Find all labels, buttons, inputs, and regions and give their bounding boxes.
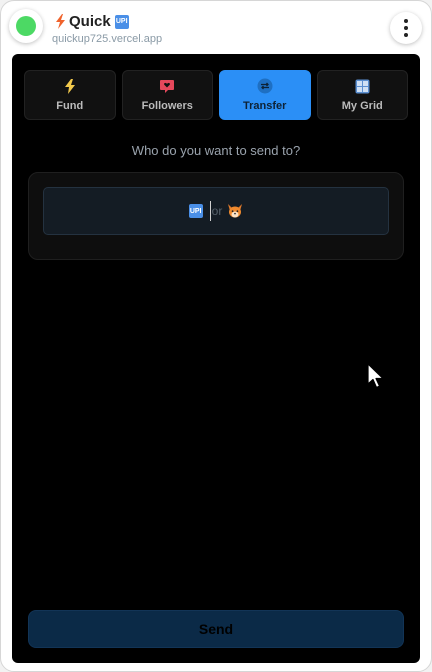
recipient-input[interactable]: UPI or: [43, 187, 389, 235]
tab-label: Followers: [141, 100, 193, 112]
more-menu-button[interactable]: [390, 12, 422, 44]
app-title: Quick: [69, 13, 111, 30]
tab-label: Transfer: [243, 100, 287, 112]
app-url: quickup725.vercel.app: [52, 33, 163, 45]
menu-dot-icon: [404, 26, 408, 30]
upi-icon: UPI: [188, 204, 203, 218]
lightning-icon: [62, 78, 78, 94]
recipient-prompt: Who do you want to send to?: [131, 143, 301, 158]
tab-label: My Grid: [341, 100, 383, 112]
menu-dot-icon: [404, 33, 408, 37]
or-separator: or: [211, 204, 223, 218]
tab-label: Fund: [56, 100, 84, 112]
tab-bar: Fund Followers Transfer My Grid: [24, 70, 408, 120]
tab-transfer[interactable]: Transfer: [219, 70, 311, 120]
tab-my-grid[interactable]: My Grid: [316, 70, 408, 120]
heart-message-icon: [159, 78, 175, 94]
status-dot: [16, 16, 36, 36]
app-window: Quick UPI quickup725.vercel.app Fund Fol…: [0, 0, 432, 672]
send-button[interactable]: Send: [28, 610, 404, 648]
transfer-icon: [257, 78, 273, 94]
upi-badge: UPI: [114, 14, 129, 29]
status-indicator[interactable]: [9, 9, 43, 43]
menu-dot-icon: [404, 19, 408, 23]
app-header: Quick UPI quickup725.vercel.app: [1, 1, 432, 51]
main-panel: Fund Followers Transfer My Grid Who do y…: [12, 54, 420, 663]
recipient-card: UPI or: [28, 172, 404, 260]
text-caret: [209, 201, 211, 221]
grid-icon: [354, 78, 370, 94]
tab-fund[interactable]: Fund: [24, 70, 116, 120]
tab-followers[interactable]: Followers: [121, 70, 213, 120]
app-title-row: Quick UPI: [56, 13, 129, 30]
mouse-cursor-icon: [367, 363, 384, 389]
fox-icon: [228, 204, 243, 218]
lightning-icon: [56, 14, 65, 29]
